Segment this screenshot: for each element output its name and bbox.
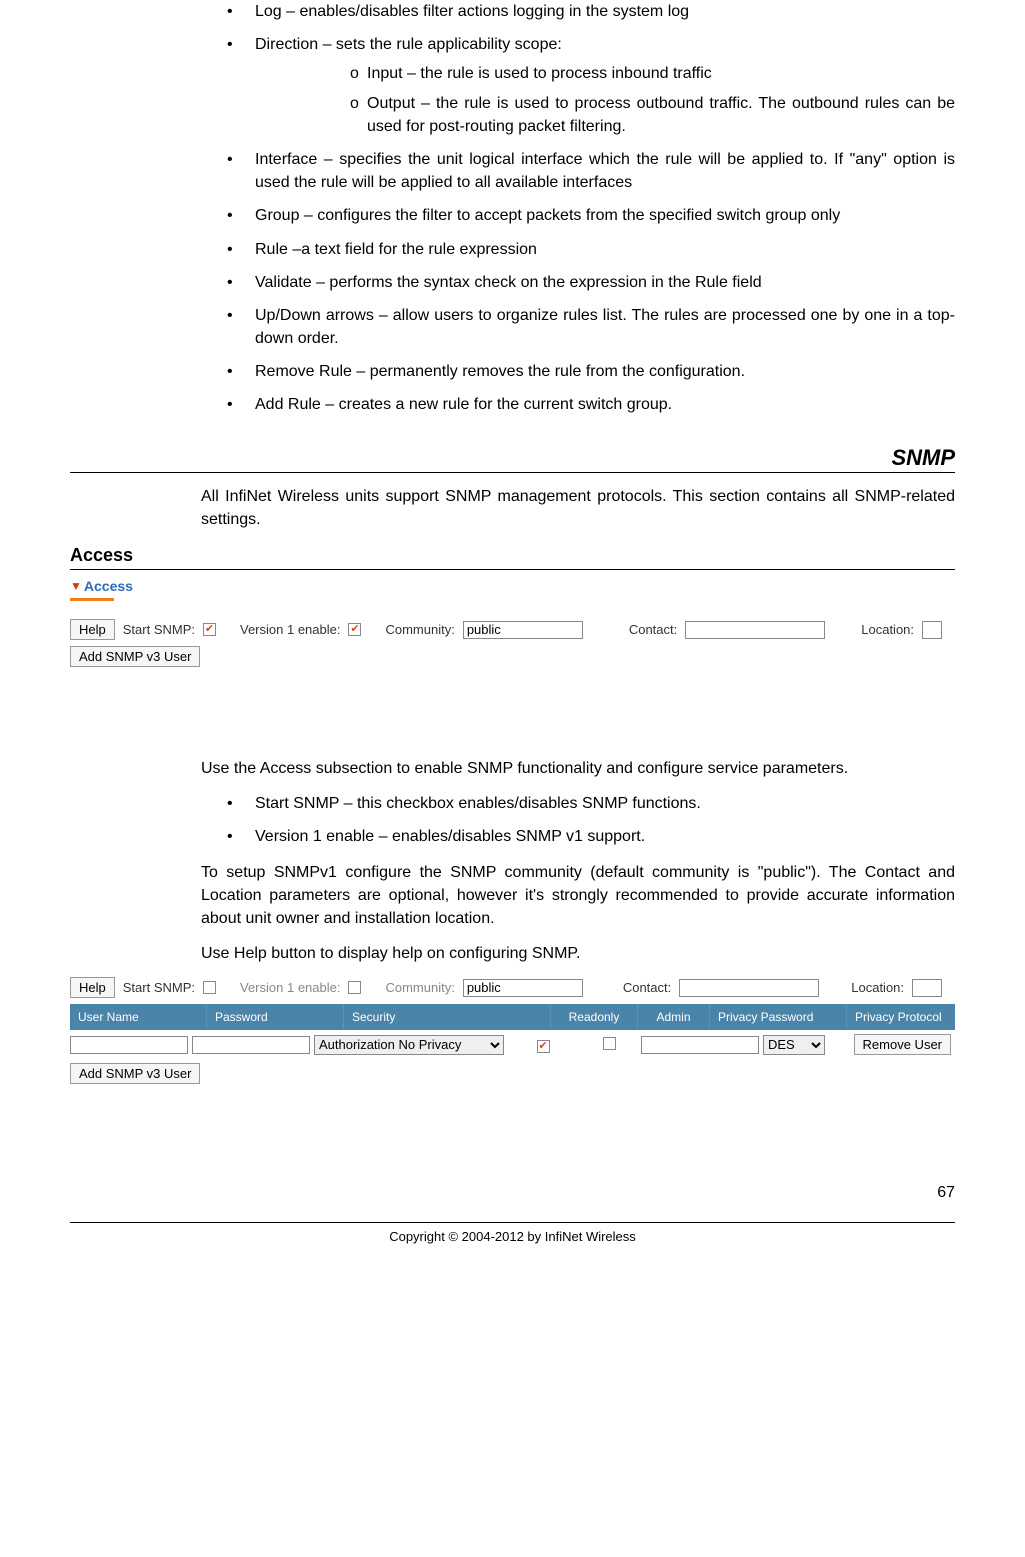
sub-output: Output – the rule is used to process out…	[255, 92, 955, 138]
th-username: User Name	[70, 1004, 207, 1030]
bullet-rule: Rule –a text field for the rule expressi…	[201, 238, 955, 261]
community-input[interactable]	[463, 621, 583, 639]
bullet-interface: Interface – specifies the unit logical i…	[201, 148, 955, 194]
community-label: Community:	[385, 622, 454, 637]
triangle-down-icon: ▼	[70, 579, 82, 593]
help-button[interactable]: Help	[70, 619, 115, 640]
access-para: Use the Access subsection to enable SNMP…	[201, 757, 955, 780]
help-para: Use Help button to display help on confi…	[201, 942, 955, 965]
table-row: Authorization No Privacy DES Remove User	[70, 1030, 955, 1059]
snmp-v3-users-table: User Name Password Security Readonly Adm…	[70, 1004, 955, 1030]
th-password: Password	[207, 1004, 344, 1030]
sub-input: Input – the rule is used to process inbo…	[255, 62, 955, 85]
privacy-password-input[interactable]	[641, 1036, 759, 1054]
bullet-log: Log – enables/disables filter actions lo…	[201, 0, 955, 23]
th-admin: Admin	[638, 1004, 710, 1030]
th-security: Security	[344, 1004, 551, 1030]
bullet-start-snmp: Start SNMP – this checkbox enables/disab…	[201, 792, 955, 815]
contact-input-2[interactable]	[679, 979, 819, 997]
copyright: Copyright © 2004-2012 by InfiNet Wireles…	[0, 1229, 1025, 1264]
community-input-2[interactable]	[463, 979, 583, 997]
help-button-2[interactable]: Help	[70, 977, 115, 998]
remove-user-button[interactable]: Remove User	[854, 1034, 951, 1055]
add-snmp-v3-user-button-2[interactable]: Add SNMP v3 User	[70, 1063, 200, 1084]
location-label-2: Location:	[851, 980, 904, 995]
start-snmp-checkbox[interactable]	[203, 623, 216, 636]
bullet-group: Group – configures the filter to accept …	[201, 204, 955, 227]
community-label-2: Community:	[385, 980, 454, 995]
bullet-add: Add Rule – creates a new rule for the cu…	[201, 393, 955, 416]
v1-enable-checkbox[interactable]	[348, 623, 361, 636]
start-snmp-label: Start SNMP:	[123, 622, 195, 637]
v1-enable-checkbox-2[interactable]	[348, 981, 361, 994]
contact-input[interactable]	[685, 621, 825, 639]
screenshot-access-2: Help Start SNMP: Version 1 enable: Commu…	[70, 977, 955, 1084]
location-input[interactable]	[922, 621, 942, 639]
bullet-validate: Validate – performs the syntax check on …	[201, 271, 955, 294]
snmpv1-para: To setup SNMPv1 configure the SNMP commu…	[201, 861, 955, 931]
password-input[interactable]	[192, 1036, 310, 1054]
security-select[interactable]: Authorization No Privacy	[314, 1035, 504, 1055]
start-snmp-checkbox-2[interactable]	[203, 981, 216, 994]
access-underline	[70, 598, 955, 601]
access-label-text: Access	[84, 578, 133, 594]
privacy-protocol-select[interactable]: DES	[763, 1035, 825, 1055]
v1-enable-label: Version 1 enable:	[240, 622, 340, 637]
section-title-snmp: SNMP	[70, 445, 955, 473]
contact-label: Contact:	[629, 622, 677, 637]
th-privacy-password: Privacy Password	[710, 1004, 847, 1030]
location-label: Location:	[861, 622, 914, 637]
snmp-intro: All InfiNet Wireless units support SNMP …	[201, 485, 955, 531]
readonly-checkbox[interactable]	[537, 1040, 550, 1053]
add-snmp-v3-user-button[interactable]: Add SNMP v3 User	[70, 646, 200, 667]
bullet-direction: Direction – sets the rule applicability …	[201, 33, 955, 138]
th-readonly: Readonly	[551, 1004, 638, 1030]
bullet-v1-enable: Version 1 enable – enables/disables SNMP…	[201, 825, 955, 848]
v1-enable-label-2: Version 1 enable:	[240, 980, 340, 995]
start-snmp-label-2: Start SNMP:	[123, 980, 195, 995]
footer-divider	[70, 1222, 955, 1223]
page-number: 67	[70, 1184, 955, 1202]
bullet-remove: Remove Rule – permanently removes the ru…	[201, 360, 955, 383]
contact-label-2: Contact:	[623, 980, 671, 995]
subsection-access: Access	[70, 545, 955, 570]
access-collapse-header[interactable]: ▼Access	[70, 578, 955, 594]
admin-checkbox[interactable]	[603, 1037, 616, 1050]
bullet-direction-text: Direction – sets the rule applicability …	[255, 36, 562, 53]
bullet-updown: Up/Down arrows – allow users to organize…	[201, 304, 955, 350]
username-input[interactable]	[70, 1036, 188, 1054]
location-input-2[interactable]	[912, 979, 942, 997]
th-privacy-protocol: Privacy Protocol	[847, 1004, 956, 1030]
screenshot-access-1: ▼Access Help Start SNMP: Version 1 enabl…	[70, 578, 955, 667]
